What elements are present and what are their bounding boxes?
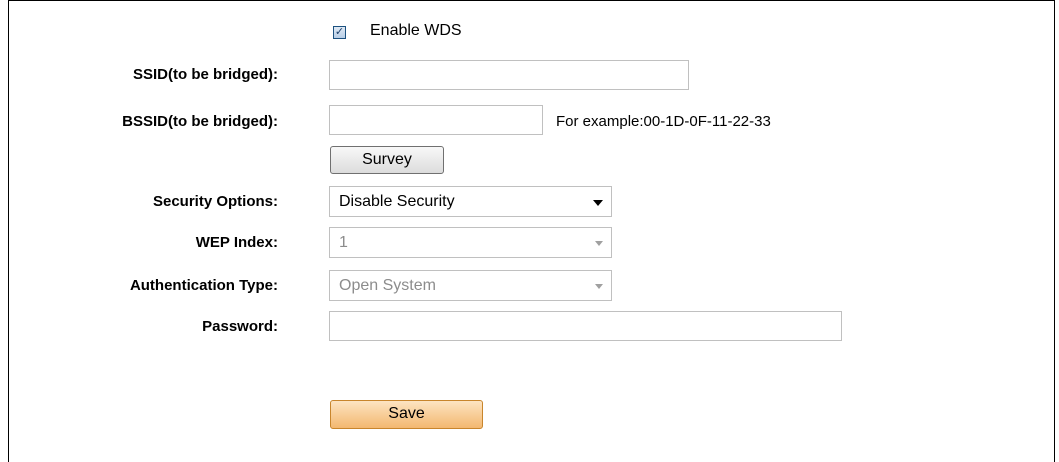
enable-wds-label: Enable WDS — [370, 22, 462, 39]
save-button[interactable]: Save — [330, 400, 483, 429]
check-icon: ✓ — [334, 26, 345, 38]
wep-index-label: WEP Index: — [195, 234, 278, 251]
password-label: Password: — [202, 318, 278, 335]
enable-wds-checkbox[interactable]: ✓ — [333, 26, 346, 39]
chevron-down-icon — [595, 241, 603, 246]
bssid-input[interactable] — [329, 105, 543, 135]
bssid-label: BSSID(to be bridged): — [122, 113, 278, 130]
authentication-type-select[interactable]: Open System — [329, 270, 612, 301]
authentication-type-label: Authentication Type: — [129, 277, 278, 294]
security-options-label: Security Options: — [152, 193, 278, 210]
wep-index-value: 1 — [339, 234, 348, 251]
wep-index-select[interactable]: 1 — [329, 227, 612, 258]
bssid-example-hint: For example:00-1D-0F-11-22-33 — [556, 113, 771, 130]
security-options-select[interactable]: Disable Security — [329, 186, 612, 217]
chevron-down-icon — [595, 284, 603, 289]
authentication-type-value: Open System — [339, 277, 436, 294]
survey-button[interactable]: Survey — [330, 146, 444, 174]
security-options-value: Disable Security — [339, 193, 455, 210]
ssid-label: SSID(to be bridged): — [133, 66, 278, 83]
chevron-down-icon — [593, 200, 603, 206]
password-input[interactable] — [329, 311, 842, 341]
ssid-input[interactable] — [329, 60, 689, 90]
